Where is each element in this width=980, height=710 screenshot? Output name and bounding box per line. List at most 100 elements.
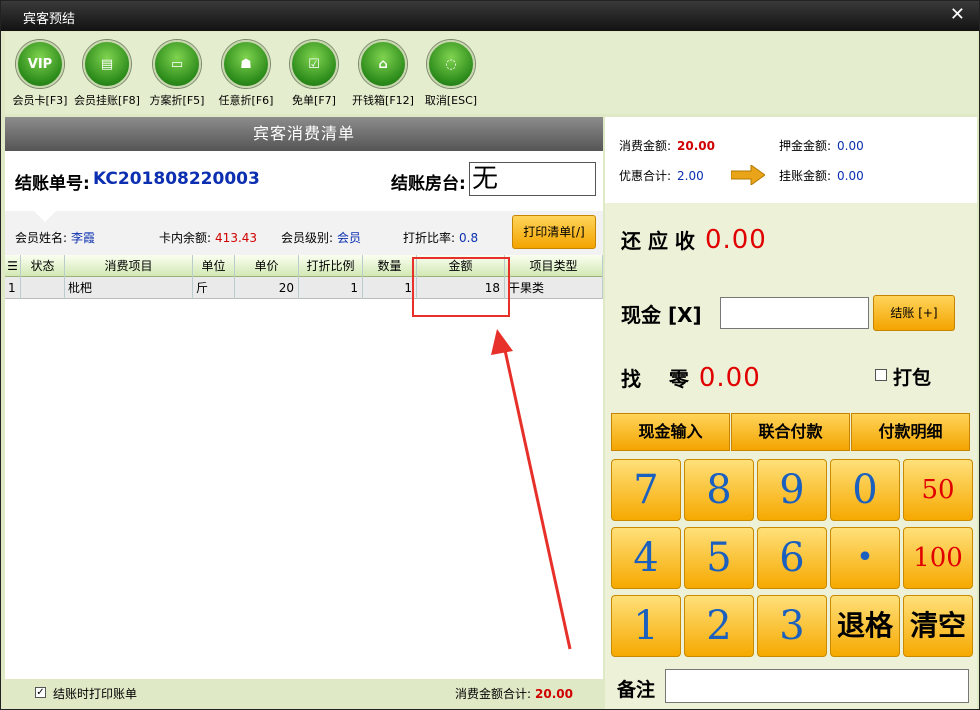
change-amount: 找 零 0.00 (621, 363, 761, 393)
card-balance: 卡内余额: 413.43 (159, 229, 257, 246)
discount-rate-value: 0.8 (459, 231, 479, 245)
cancel-button[interactable]: ◌ 取消[ESC] (416, 40, 486, 108)
consume-label: 消费金额: (619, 139, 672, 153)
room-field[interactable]: 无 (469, 162, 596, 196)
key-dot[interactable]: • (830, 527, 900, 589)
key-50[interactable]: 50 (903, 459, 973, 521)
amount-due: 还 应 收 0.00 (621, 225, 767, 255)
key-backspace[interactable]: 退格 (830, 595, 900, 657)
row-price: 20 (235, 277, 299, 299)
consume-value: 20.00 (677, 139, 716, 153)
tab-payment-detail[interactable]: 付款明细 (851, 413, 970, 451)
col-item[interactable]: 消费项目 (65, 255, 193, 277)
key-3[interactable]: 3 (757, 595, 827, 657)
col-type[interactable]: 项目类型 (505, 255, 603, 277)
key-clear[interactable]: 清空 (903, 595, 973, 657)
cash-input[interactable] (720, 297, 869, 329)
note-input[interactable] (665, 669, 969, 703)
key-8[interactable]: 8 (684, 459, 754, 521)
charge-amount: 挂账金额: 0.00 (779, 167, 864, 184)
member-charge-button[interactable]: ▤ 会员挂账[F8] (72, 40, 142, 108)
any-discount-label: 任意折[F6] (218, 94, 274, 107)
member-name-label: 会员姓名: (15, 231, 68, 245)
footer-bar: ✓ 结账时打印账单 消费金额合计: 20.00 (5, 679, 603, 709)
checkout-button[interactable]: 结账 [+] (873, 295, 955, 331)
col-price[interactable]: 单价 (235, 255, 299, 277)
discount-total: 优惠合计: 2.00 (619, 167, 704, 184)
cash-label: 现金 [X] (621, 303, 702, 327)
free-order-button[interactable]: ☑ 免单[F7] (279, 40, 349, 108)
pack-checkbox[interactable] (875, 369, 887, 381)
key-5[interactable]: 5 (684, 527, 754, 589)
key-2[interactable]: 2 (684, 595, 754, 657)
member-card-label: 会员卡[F3] (12, 94, 68, 107)
print-on-checkout-checkbox[interactable]: ✓ (35, 687, 46, 698)
row-discount: 1 (299, 277, 363, 299)
tablet-icon: ▭ (153, 40, 201, 88)
col-discount[interactable]: 打折比例 (299, 255, 363, 277)
row-type: 干果类 (505, 277, 603, 299)
bill-no-label: 结账单号: (15, 174, 90, 194)
free-order-label: 免单[F7] (292, 94, 336, 107)
title-bar: 宾客预结 ✕ (1, 1, 979, 31)
member-level-value: 会员 (337, 231, 362, 245)
charge-label: 挂账金额: (779, 169, 832, 183)
plan-discount-button[interactable]: ▭ 方案折[F5] (142, 40, 212, 108)
key-6[interactable]: 6 (757, 527, 827, 589)
open-cashbox-button[interactable]: ⌂ 开钱箱[F12] (348, 40, 418, 108)
total-value: 20.00 (535, 687, 574, 701)
col-menu-icon[interactable]: ☰ (5, 255, 21, 277)
member-card-button[interactable]: VIP 会员卡[F3] (5, 40, 75, 108)
member-info: 会员姓名: 李霞 卡内余额: 413.43 会员级别: 会员 打折比率: 0.8 打印清… (5, 210, 603, 255)
row-item: 枇杷 (65, 277, 193, 299)
amount-due-value: 0.00 (704, 225, 767, 255)
bill-info: 结账单号: KC201808220003 结账房台: 无 (5, 151, 603, 211)
document-icon: ▤ (83, 40, 131, 88)
print-list-button[interactable]: 打印清单[/] (512, 215, 596, 249)
toolbar: VIP 会员卡[F3] ▤ 会员挂账[F8] ▭ 方案折[F5] ☗ 任意折[F… (5, 32, 977, 114)
cancel-icon: ◌ (427, 40, 475, 88)
col-status[interactable]: 状态 (21, 255, 65, 277)
discount-total-label: 优惠合计: (619, 169, 672, 183)
print-on-checkout-label: 结账时打印账单 (53, 687, 138, 701)
open-cashbox-label: 开钱箱[F12] (352, 94, 414, 107)
tab-cash-input[interactable]: 现金输入 (611, 413, 730, 451)
key-9[interactable]: 9 (757, 459, 827, 521)
col-qty[interactable]: 数量 (363, 255, 417, 277)
row-index: 1 (5, 277, 21, 299)
amount-due-label: 还 应 收 (621, 229, 695, 253)
key-1[interactable]: 1 (611, 595, 681, 657)
discount-rate: 打折比率: 0.8 (403, 229, 478, 246)
panel-title: 宾客消费清单 (5, 117, 603, 151)
key-4[interactable]: 4 (611, 527, 681, 589)
deposit-label: 押金金额: (779, 139, 832, 153)
notch-decoration (33, 210, 57, 222)
member-level-label: 会员级别: (281, 231, 334, 245)
person-icon: ☗ (222, 40, 270, 88)
member-charge-label: 会员挂账[F8] (74, 94, 140, 107)
member-level: 会员级别: 会员 (281, 229, 361, 246)
annotation-arrow (491, 329, 572, 650)
row-unit: 斤 (193, 277, 235, 299)
change-label: 找 零 (621, 367, 689, 391)
member-name-value: 李霞 (71, 231, 96, 245)
col-unit[interactable]: 单位 (193, 255, 235, 277)
summary-box: 消费金额: 20.00 押金金额: 0.00 优惠合计: 2.00 挂账金额: 0.00 (605, 117, 977, 203)
close-icon[interactable]: ✕ (950, 4, 965, 25)
any-discount-button[interactable]: ☗ 任意折[F6] (211, 40, 281, 108)
payment-panel: 消费金额: 20.00 押金金额: 0.00 优惠合计: 2.00 挂账金额: 0.00… (605, 117, 977, 709)
key-0[interactable]: 0 (830, 459, 900, 521)
discount-total-value: 2.00 (677, 169, 704, 183)
charge-value: 0.00 (837, 169, 864, 183)
arrow-head (491, 329, 513, 355)
cashbox-icon: ⌂ (359, 40, 407, 88)
key-100[interactable]: 100 (903, 527, 973, 589)
key-7[interactable]: 7 (611, 459, 681, 521)
bill-no: KC201808220003 (93, 169, 260, 189)
cancel-label: 取消[ESC] (424, 94, 478, 107)
deposit-amount: 押金金额: 0.00 (779, 137, 864, 154)
tab-joint-payment[interactable]: 联合付款 (731, 413, 850, 451)
table-row[interactable]: 1 枇杷 斤 20 1 1 18 干果类 (5, 277, 603, 299)
consume-amount: 消费金额: 20.00 (619, 137, 715, 154)
note-label: 备注 (617, 679, 656, 701)
